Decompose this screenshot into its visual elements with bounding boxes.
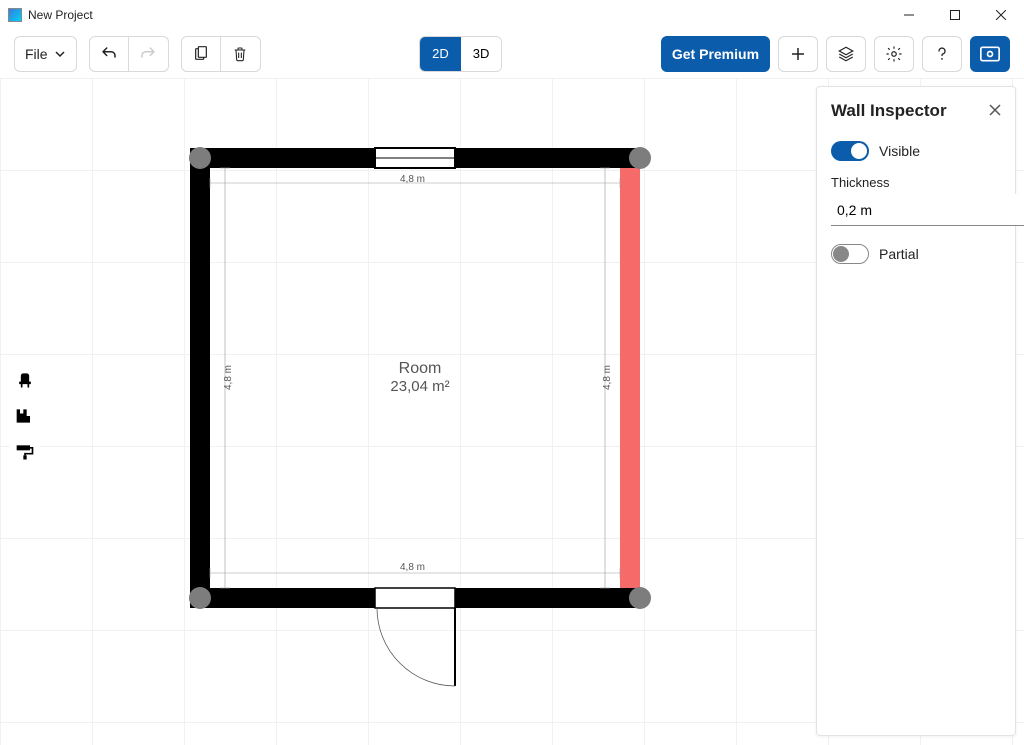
wall-top-left[interactable]: [190, 148, 375, 168]
trash-icon: [232, 46, 248, 62]
furniture-tool[interactable]: [10, 369, 40, 391]
canvas-workspace[interactable]: 4,8 m 4,8 m 4,8 m 4,8 m Room 23,04 m² Wa…: [0, 78, 1024, 745]
add-button[interactable]: [778, 36, 818, 72]
file-menu-button[interactable]: File: [14, 36, 77, 72]
window-title: New Project: [28, 8, 93, 22]
view-2d-button[interactable]: 2D: [420, 37, 461, 71]
wall-bottom-left[interactable]: [190, 588, 375, 608]
dimension-top: 4,8 m: [400, 174, 425, 185]
inspector-title: Wall Inspector: [831, 101, 947, 121]
window-maximize-button[interactable]: [932, 0, 978, 30]
undo-button[interactable]: [89, 36, 129, 72]
paint-roller-icon: [15, 443, 35, 461]
layers-icon: [837, 45, 855, 63]
window-controls: [886, 0, 1024, 30]
inspector-close-button[interactable]: [989, 103, 1001, 119]
thickness-input[interactable]: [831, 194, 1024, 226]
door-opening[interactable]: [375, 588, 455, 608]
help-button[interactable]: [922, 36, 962, 72]
file-menu-label: File: [25, 46, 48, 62]
corner-node[interactable]: [629, 147, 651, 169]
room-name: Room: [180, 360, 660, 378]
corner-node[interactable]: [629, 587, 651, 609]
thickness-label: Thickness: [831, 175, 1001, 190]
window-close-button[interactable]: [978, 0, 1024, 30]
gear-icon: [885, 45, 903, 63]
floor-plan[interactable]: 4,8 m 4,8 m 4,8 m 4,8 m Room 23,04 m²: [180, 138, 660, 618]
room-label[interactable]: Room 23,04 m²: [180, 360, 660, 395]
settings-button[interactable]: [874, 36, 914, 72]
screenshot-icon: [980, 46, 1000, 62]
dimension-bottom: 4,8 m: [400, 562, 425, 573]
redo-button[interactable]: [129, 36, 169, 72]
corner-node[interactable]: [189, 587, 211, 609]
plus-icon: [789, 45, 807, 63]
app-icon: [8, 8, 22, 22]
layers-button[interactable]: [826, 36, 866, 72]
room-area: 23,04 m²: [180, 378, 660, 395]
wall-icon: [15, 407, 35, 425]
screenshot-button[interactable]: [970, 36, 1010, 72]
undo-icon: [100, 45, 118, 63]
wall-inspector-panel: Wall Inspector Visible Thickness Partial: [816, 86, 1016, 736]
view-3d-button[interactable]: 3D: [461, 37, 502, 71]
plan-svg: [180, 138, 660, 745]
delete-button[interactable]: [221, 36, 261, 72]
copy-button[interactable]: [181, 36, 221, 72]
window-titlebar: New Project: [0, 0, 1024, 30]
get-premium-button[interactable]: Get Premium: [661, 36, 770, 72]
paint-tool[interactable]: [10, 441, 40, 463]
door-swing: [377, 608, 455, 686]
partial-toggle[interactable]: [831, 244, 869, 264]
question-icon: [933, 45, 951, 63]
wall-bottom-right[interactable]: [455, 588, 640, 608]
main-toolbar: File 2D 3D Get Premium: [0, 30, 1024, 78]
view-mode-segment: 2D 3D: [419, 36, 502, 72]
wall-top-right[interactable]: [455, 148, 640, 168]
copy-icon: [193, 46, 209, 62]
wall-tool[interactable]: [10, 405, 40, 427]
partial-label: Partial: [879, 246, 919, 262]
redo-icon: [139, 45, 157, 63]
chevron-down-icon: [54, 48, 66, 60]
window-minimize-button[interactable]: [886, 0, 932, 30]
visible-toggle[interactable]: [831, 141, 869, 161]
corner-node[interactable]: [189, 147, 211, 169]
close-icon: [989, 104, 1001, 116]
visible-label: Visible: [879, 143, 920, 159]
tool-palette: [10, 363, 40, 469]
chair-icon: [15, 371, 35, 389]
